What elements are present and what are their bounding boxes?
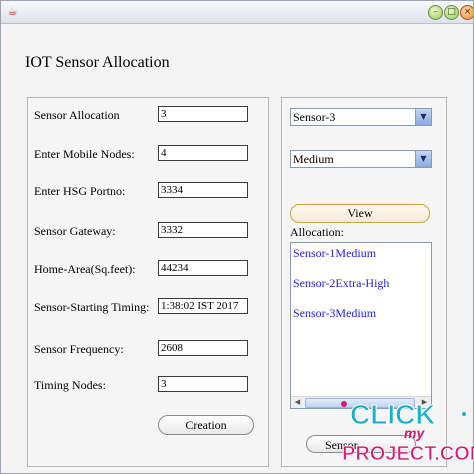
- hsg-portno-input[interactable]: 3334: [158, 182, 248, 198]
- sensor-frequency-input[interactable]: 2608: [158, 340, 248, 356]
- level-select-value: Medium: [293, 152, 334, 166]
- maximize-button[interactable]: □: [444, 5, 459, 20]
- timing-nodes-input[interactable]: 3: [158, 376, 248, 392]
- creation-button[interactable]: Creation: [158, 415, 254, 435]
- minimize-button[interactable]: –: [428, 5, 443, 20]
- chevron-down-icon[interactable]: ▼: [415, 151, 431, 167]
- sensor-gateway-label: Sensor Gateway:: [34, 224, 116, 238]
- view-button[interactable]: View: [290, 204, 430, 223]
- sensor-select[interactable]: Sensor-3 ▼: [290, 108, 432, 126]
- allocation-label: Allocation:: [290, 225, 344, 239]
- mobile-nodes-input[interactable]: 4: [158, 145, 248, 161]
- sensor-allocation-input[interactable]: 3: [158, 106, 248, 122]
- sensor-gateway-input[interactable]: 3332: [158, 222, 248, 238]
- level-select[interactable]: Medium ▼: [290, 150, 432, 168]
- timing-nodes-label: Timing Nodes:: [34, 378, 106, 392]
- sensor-frequency-label: Sensor Frequency:: [34, 342, 124, 356]
- title-bar[interactable]: ☕ – □ ×: [1, 1, 473, 24]
- clickmyproject-watermark-logo: CLICK my PROJECT.COM: [341, 399, 474, 465]
- watermark-dot: [341, 401, 347, 407]
- watermark-my-text: my: [404, 425, 425, 441]
- sensor-select-value: Sensor-3: [293, 110, 336, 124]
- scroll-left-icon[interactable]: ◀: [292, 397, 303, 408]
- list-item[interactable]: Sensor-2Extra-High: [293, 276, 389, 291]
- page-title: IOT Sensor Allocation: [25, 54, 170, 71]
- home-area-label: Home-Area(Sq.feet):: [34, 262, 136, 276]
- hsg-portno-label: Enter HSG Portno:: [34, 184, 126, 198]
- starting-timing-label: Sensor-Starting Timing:: [34, 300, 150, 314]
- sensor-form-panel: Sensor Allocation 3 Enter Mobile Nodes: …: [27, 97, 269, 467]
- list-item[interactable]: Sensor-1Medium: [293, 246, 376, 261]
- watermark-dot: [462, 412, 466, 416]
- sensor-allocation-label: Sensor Allocation: [34, 108, 120, 122]
- java-app-icon: ☕: [7, 5, 18, 18]
- close-button[interactable]: ×: [460, 5, 473, 20]
- starting-timing-input[interactable]: 1:38:02 IST 2017: [158, 298, 248, 314]
- watermark-project-text: PROJECT.COM: [342, 443, 474, 465]
- mobile-nodes-label: Enter Mobile Nodes:: [34, 147, 135, 161]
- list-item[interactable]: Sensor-3Medium: [293, 306, 376, 321]
- chevron-down-icon[interactable]: ▼: [415, 109, 431, 125]
- home-area-input[interactable]: 44234: [158, 260, 248, 276]
